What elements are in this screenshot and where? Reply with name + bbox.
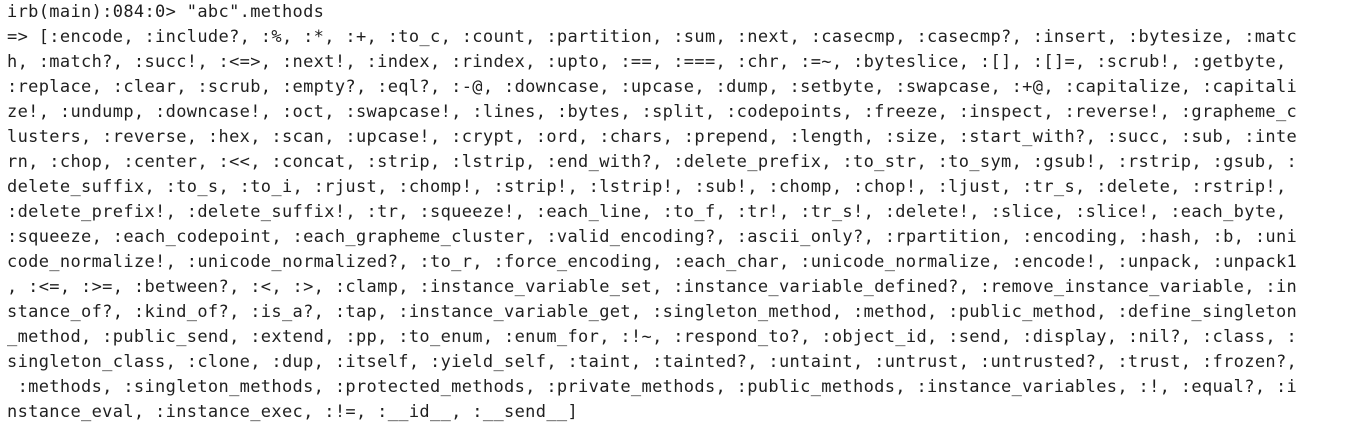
output-line: h, :match?, :succ!, :<=>, :next!, :index… [7, 52, 1287, 72]
output-line: :methods, :singleton_methods, :protected… [7, 377, 1298, 397]
output-line: nstance_eval, :instance_exec, :!=, :__id… [7, 402, 579, 422]
output-line: delete_suffix, :to_s, :to_i, :rjust, :ch… [7, 177, 1287, 197]
output-line: stance_of?, :kind_of?, :is_a?, :tap, :in… [7, 302, 1298, 322]
terminal-output[interactable]: irb(main):084:0> "abc".methods => [:enco… [0, 0, 1358, 425]
output-line: rn, :chop, :center, :<<, :concat, :strip… [7, 152, 1298, 172]
output-line: _method, :public_send, :extend, :pp, :to… [7, 327, 1298, 347]
output-line: code_normalize!, :unicode_normalized?, :… [7, 252, 1298, 272]
output-line: , :<=, :>=, :between?, :<, :>, :clamp, :… [7, 277, 1298, 297]
output-line: :squeeze, :each_codepoint, :each_graphem… [7, 227, 1298, 247]
output-line: lusters, :reverse, :hex, :scan, :upcase!… [7, 127, 1298, 147]
output-line: :replace, :clear, :scrub, :empty?, :eql?… [7, 77, 1298, 97]
output-line: ze!, :undump, :downcase!, :oct, :swapcas… [7, 102, 1298, 122]
prompt-line: irb(main):084:0> "abc".methods [7, 2, 325, 22]
output-line: :delete_prefix!, :delete_suffix!, :tr, :… [7, 202, 1287, 222]
output-line: singleton_class, :clone, :dup, :itself, … [7, 352, 1298, 372]
output-line: => [:encode, :include?, :%, :*, :+, :to_… [7, 27, 1298, 47]
